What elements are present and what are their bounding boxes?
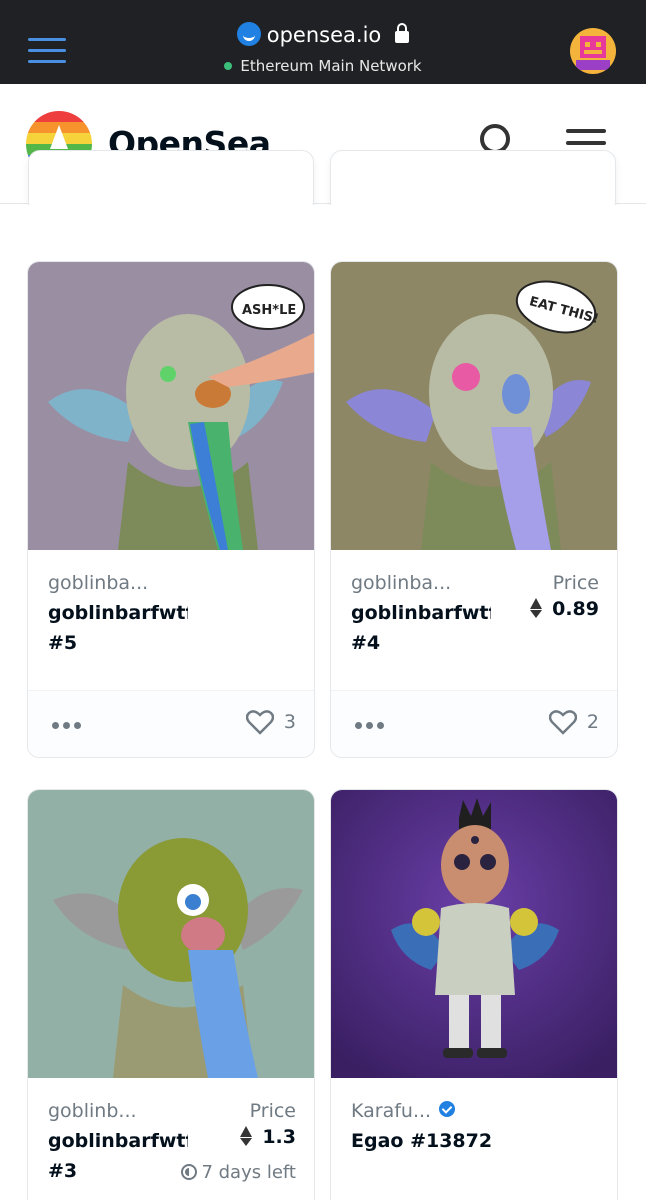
price-label: Price (249, 1100, 296, 1122)
browser-top-bar: opensea.io Ethereum Main Network (0, 0, 646, 84)
price-amount: 0.89 (552, 598, 599, 620)
price-amount: 1.3 (262, 1126, 296, 1148)
card-info: goblinba... goblinbarfwtf #5 (28, 550, 314, 690)
card-info: Karafu... Egao #13872 (331, 1078, 617, 1200)
collection-name-text: Karafu... (351, 1100, 432, 1122)
url-text: opensea.io (266, 23, 382, 47)
network-name: Ethereum Main Network (240, 57, 422, 75)
item-name: goblinbarfwtf (351, 602, 491, 624)
ethereum-icon (530, 598, 543, 618)
item-name: Egao #13872 (351, 1130, 493, 1152)
collection-name[interactable]: Karafu... (351, 1100, 456, 1122)
favorite-button[interactable]: 2 (548, 709, 599, 739)
item-number: #3 (48, 1160, 78, 1182)
more-options-icon[interactable] (355, 715, 387, 735)
card-info: goblinb... goblinbarfwtf #3 Price 1.3 7 … (28, 1078, 314, 1200)
heart-icon (245, 710, 274, 735)
svg-text:ASH*LE: ASH*LE (242, 303, 296, 318)
card-info: goblinba... goblinbarfwtf #4 Price 0.89 (331, 550, 617, 690)
time-left: 7 days left (181, 1162, 296, 1183)
price-value: 1.3 (240, 1126, 296, 1148)
card-footer: 3 (28, 690, 314, 757)
favorite-count: 3 (283, 711, 296, 733)
collection-name[interactable]: goblinba... (48, 572, 148, 594)
card-footer: 2 (331, 690, 617, 757)
nft-image[interactable] (331, 790, 617, 1078)
nft-card[interactable]: goblinb... goblinbarfwtf #3 Price 1.3 7 … (27, 789, 315, 1200)
divider-space (0, 205, 646, 235)
network-indicator: Ethereum Main Network (0, 57, 646, 75)
item-name: goblinbarfwtf (48, 1130, 188, 1152)
opensea-site-icon (236, 22, 261, 46)
heart-icon (548, 710, 577, 735)
nft-card[interactable]: ASH*LE goblinba... goblinbarfwtf #5 3 (27, 261, 315, 758)
address-bar[interactable]: opensea.io (0, 22, 646, 47)
lock-icon (395, 23, 410, 43)
nft-image[interactable]: ASH*LE (28, 262, 314, 550)
verified-badge-icon (439, 1101, 456, 1117)
item-number: #4 (351, 632, 381, 654)
collection-name[interactable]: goblinba... (351, 572, 451, 594)
wallet-avatar[interactable] (570, 28, 616, 74)
item-number: #5 (48, 632, 78, 654)
price-value: 0.89 (530, 598, 599, 620)
nft-card[interactable]: EAT THIS! goblinba... goblinbarfwtf #4 P… (330, 261, 618, 758)
favorite-count: 2 (586, 711, 599, 733)
price-label: Price (552, 572, 599, 594)
nft-card[interactable]: Karafu... Egao #13872 (330, 789, 618, 1200)
more-options-icon[interactable] (52, 715, 84, 735)
nft-image[interactable] (28, 790, 314, 1078)
time-left-text: 7 days left (201, 1162, 296, 1183)
item-name: goblinbarfwtf (48, 602, 188, 624)
nft-image[interactable]: EAT THIS! (331, 262, 617, 550)
collection-name[interactable]: goblinb... (48, 1100, 137, 1122)
favorite-button[interactable]: 3 (245, 709, 296, 739)
network-status-dot (224, 62, 233, 70)
clock-icon (181, 1164, 198, 1180)
ethereum-icon (240, 1126, 253, 1146)
